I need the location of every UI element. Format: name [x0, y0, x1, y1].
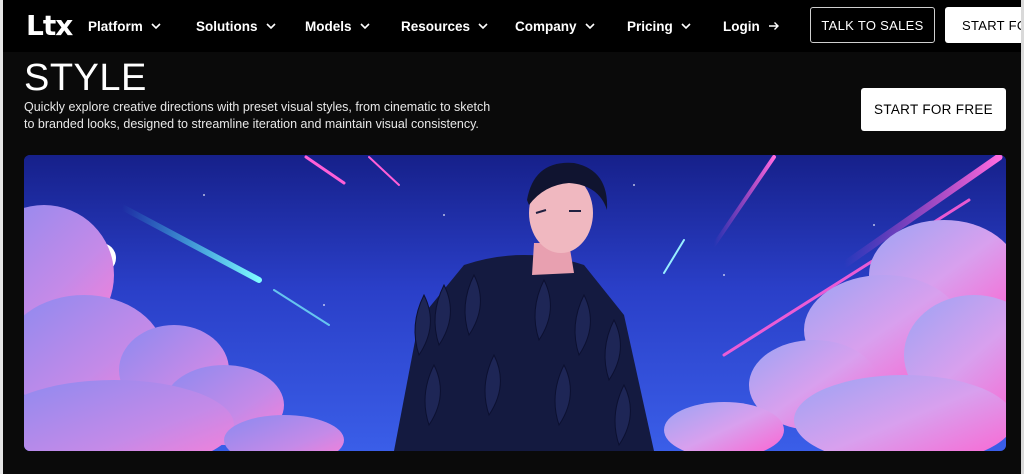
nav-item-label: Models: [305, 18, 352, 34]
nav-item-models[interactable]: Models: [305, 16, 370, 36]
nav-item-resources[interactable]: Resources: [401, 16, 488, 36]
chevron-down-icon: [681, 23, 691, 30]
nav-item-label: Platform: [88, 18, 143, 34]
nav-item-company[interactable]: Company: [515, 16, 595, 36]
chevron-down-icon: [478, 23, 488, 30]
nav-item-pricing[interactable]: Pricing: [627, 16, 691, 36]
arrow-right-icon: [768, 22, 779, 30]
hero-image: [24, 155, 1006, 451]
chevron-down-icon: [359, 23, 370, 30]
chevron-down-icon: [151, 23, 161, 30]
talk-to-sales-button[interactable]: TALK TO SALES: [810, 7, 935, 43]
start-for-free-button[interactable]: START FOR FREE: [861, 88, 1006, 131]
nav-item-label: Resources: [401, 18, 471, 34]
chevron-down-icon: [265, 23, 276, 30]
page-title: STYLE: [24, 57, 147, 99]
login-link[interactable]: Login: [723, 16, 780, 36]
top-navigation: Ltx Platform Solutions Models Resources …: [0, 0, 1024, 52]
ltx-logo[interactable]: Ltx: [26, 11, 73, 41]
login-label: Login: [723, 18, 760, 34]
anime-style-illustration: [24, 155, 1006, 451]
nav-item-label: Company: [515, 18, 577, 34]
chevron-down-icon: [584, 23, 595, 30]
nav-start-for-free-button[interactable]: START FOR FREE: [945, 7, 1024, 43]
nav-item-label: Solutions: [196, 18, 258, 34]
nav-item-platform[interactable]: Platform: [88, 16, 161, 36]
hero-description: Quickly explore creative directions with…: [24, 100, 491, 131]
nav-item-solutions[interactable]: Solutions: [196, 16, 276, 36]
nav-item-label: Pricing: [627, 18, 673, 34]
